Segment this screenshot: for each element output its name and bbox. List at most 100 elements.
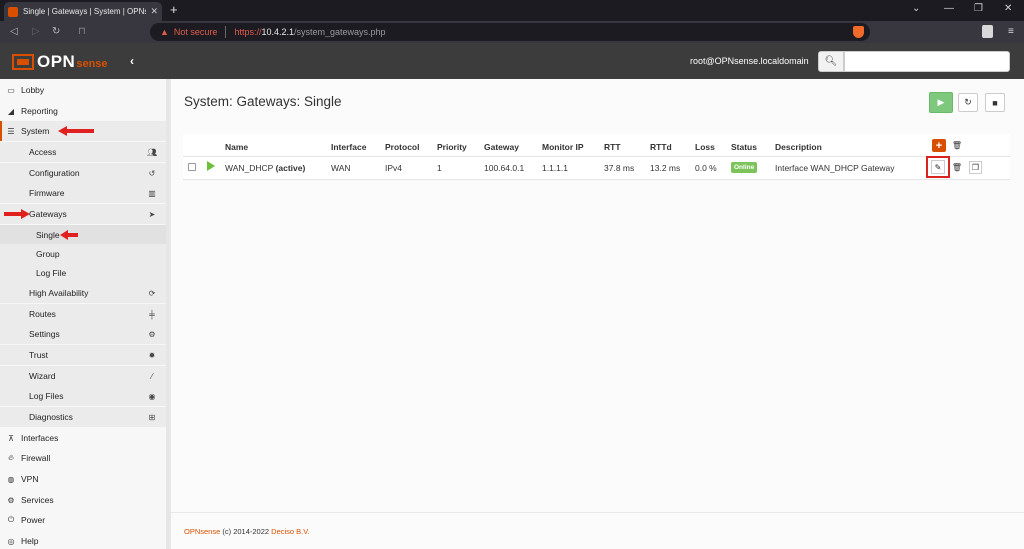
sidebar-item-label: Interfaces — [21, 433, 59, 443]
reload-icon[interactable]: ↻ — [52, 26, 60, 37]
sidebar-item-wizard[interactable]: Wizard ⁄ — [0, 366, 166, 386]
close-tab-icon[interactable]: ✕ — [150, 6, 158, 17]
location-arrow-icon: ➤ — [148, 209, 156, 219]
bookmark-icon[interactable]: ⊓ — [78, 26, 86, 37]
browser-navbar: ◁ ▷ ↻ ⊓ ▲ Not secure https:// 10.4.2.1 /… — [0, 21, 1024, 43]
sidebar-item-label: Firmware — [29, 188, 65, 198]
forward-icon[interactable]: ▷ — [32, 26, 40, 37]
sidebar-item-label: Access — [29, 147, 57, 157]
table-cell-loss: 0.0 % — [695, 163, 717, 173]
sidebar-item-lobby[interactable]: ▭ Lobby — [0, 80, 166, 100]
table-cell-interface: WAN — [331, 163, 351, 173]
column-header-protocol[interactable]: Protocol — [385, 142, 419, 152]
sidebar-item-label: Diagnostics — [29, 412, 73, 422]
edit-gateway-button[interactable]: ✎ — [931, 160, 945, 174]
sidebar-item-firewall[interactable]: 🔥︎ Firewall — [0, 448, 166, 468]
column-header-gateway[interactable]: Gateway — [484, 142, 519, 152]
sidebar-item-log-file[interactable]: Log File — [0, 263, 166, 283]
opnsense-favicon-icon — [8, 6, 18, 17]
sidebar-item-reporting[interactable]: ◢ Reporting — [0, 101, 166, 121]
sidebar-item-services[interactable]: ⚙ Services — [0, 490, 166, 510]
sidebar-item-access[interactable]: Access 👥︎ — [0, 142, 166, 162]
sidebar-item-power[interactable]: ⏻ Power — [0, 510, 166, 530]
sidebar-item-label: Log File — [36, 268, 67, 278]
extension-icon[interactable] — [982, 25, 993, 38]
life-ring-icon: ◎ — [7, 536, 15, 546]
sidebar-item-routes[interactable]: Routes ╪ — [0, 304, 166, 324]
brave-shield-icon[interactable] — [853, 26, 864, 38]
cogs-icon: ⚙ — [148, 329, 156, 339]
sidebar-item-group[interactable]: Group — [0, 244, 166, 264]
sidebar-item-firmware[interactable]: Firmware ▥ — [0, 183, 166, 203]
tab-search-chevron-icon[interactable]: ⌄ — [912, 3, 920, 14]
add-gateway-button[interactable]: + — [932, 139, 946, 152]
stop-service-button[interactable]: ■ — [985, 93, 1005, 112]
table-row-name: WAN_DHCP (active) — [225, 163, 305, 173]
sidebar-item-single[interactable]: Single — [0, 225, 166, 244]
column-header-status[interactable]: Status — [731, 142, 757, 152]
column-header-loss[interactable]: Loss — [695, 142, 715, 152]
sidebar-item-label: Reporting — [21, 106, 58, 116]
sidebar-item-settings[interactable]: Settings ⚙ — [0, 324, 166, 344]
restart-service-button[interactable]: ↻ — [958, 93, 978, 112]
column-header-monitor-ip[interactable]: Monitor IP — [542, 142, 584, 152]
column-header-priority[interactable]: Priority — [437, 142, 467, 152]
delete-selected-icon[interactable]: 🗑︎ — [951, 139, 963, 151]
address-bar[interactable]: ▲ Not secure https:// 10.4.2.1 /system_g… — [150, 23, 870, 41]
table-cell-rttd: 13.2 ms — [650, 163, 681, 173]
start-service-button[interactable]: ▶ — [929, 92, 953, 113]
sidebar-item-label: Power — [21, 515, 46, 525]
fire-icon: 🔥︎ — [8, 453, 14, 462]
sidebar-item-label: Single — [36, 229, 60, 240]
refresh-icon: ⟳ — [148, 288, 156, 298]
sidebar-item-interfaces[interactable]: ⊼ Interfaces — [0, 428, 166, 448]
collapse-sidebar-icon[interactable]: ‹ — [130, 54, 134, 68]
user-menu[interactable]: root@OPNsense.localdomain — [690, 56, 809, 66]
menu-icon[interactable]: ≡ — [1008, 26, 1014, 37]
sidebar-item-high-availability[interactable]: High Availability ⟳ — [0, 283, 166, 303]
table-cell-rtt: 37.8 ms — [604, 163, 635, 173]
sidebar-item-label: System — [21, 126, 50, 136]
row-select-checkbox[interactable] — [188, 163, 196, 171]
sidebar-item-label: Firewall — [21, 453, 51, 463]
restore-icon[interactable]: ❐ — [974, 3, 983, 14]
footer-brand-link[interactable]: OPNsense — [184, 527, 220, 536]
server-icon: ☰ — [7, 126, 15, 136]
column-header-description[interactable]: Description — [775, 142, 822, 152]
cog-icon: ⚙ — [7, 495, 15, 505]
globe-icon: ◍ — [7, 474, 15, 484]
column-header-interface[interactable]: Interface — [331, 142, 366, 152]
annotation-arrow-gateways — [4, 209, 30, 219]
opnsense-logo[interactable]: OPN sense — [12, 52, 108, 72]
sidebar-item-help[interactable]: ◎ Help — [0, 531, 166, 549]
footer-company-link[interactable]: Deciso B.V. — [271, 527, 310, 536]
column-header-rttd[interactable]: RTTd — [650, 142, 672, 152]
sidebar-item-trust[interactable]: Trust ✹ — [0, 345, 166, 365]
back-icon[interactable]: ◁ — [10, 26, 18, 37]
annotation-arrow-system — [58, 126, 94, 136]
sidebar-item-log-files[interactable]: Log Files ◉ — [0, 386, 166, 406]
browser-tab[interactable]: Single | Gateways | System | OPNs ✕ — [4, 2, 162, 21]
not-secure-label[interactable]: Not secure — [174, 27, 218, 37]
sidebar-item-label: Services — [21, 495, 54, 505]
magic-wand-icon: ⁄ — [151, 371, 153, 381]
search-input[interactable] — [844, 51, 1010, 72]
table-cell-monitor-ip: 1.1.1.1 — [542, 163, 568, 173]
sidebar-item-label: High Availability — [29, 288, 89, 298]
eye-icon: ◉ — [148, 391, 156, 401]
clone-gateway-icon[interactable]: ❐ — [969, 161, 982, 174]
minimize-icon[interactable]: — — [944, 3, 954, 14]
search-icon[interactable]: 🔍︎ — [818, 51, 844, 72]
delete-gateway-icon[interactable]: 🗑︎ — [951, 161, 963, 173]
sidebar-item-configuration[interactable]: Configuration ↺ — [0, 163, 166, 183]
column-header-name[interactable]: Name — [225, 142, 248, 152]
row-divider — [183, 179, 1010, 180]
footer-copyright: (c) 2014-2022 — [220, 527, 272, 536]
window-close-icon[interactable]: ✕ — [1004, 3, 1012, 14]
sidebar-item-diagnostics[interactable]: Diagnostics ⊞ — [0, 407, 166, 427]
sidebar-item-vpn[interactable]: ◍ VPN — [0, 469, 166, 489]
new-tab-button[interactable]: + — [170, 2, 178, 17]
column-header-rtt[interactable]: RTT — [604, 142, 621, 152]
sidebar-item-label: Gateways — [29, 209, 67, 219]
medkit-icon: ⊞ — [148, 412, 156, 422]
